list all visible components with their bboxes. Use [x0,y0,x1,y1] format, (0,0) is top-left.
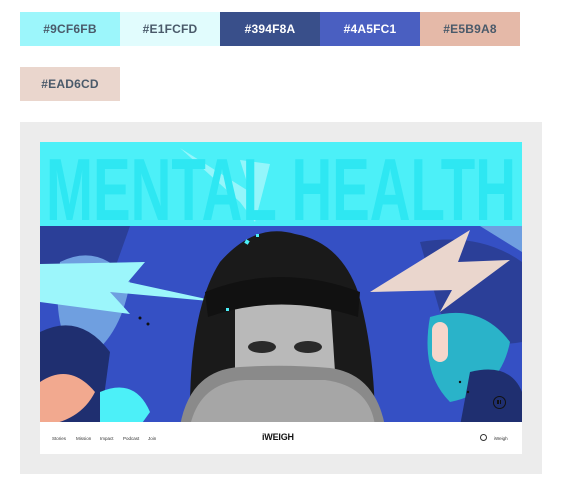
website-preview[interactable]: MENTAL HEALTH Stories Mission Impact Pod… [40,142,522,454]
swatch-4[interactable]: #4A5FC1 [320,12,420,46]
swatch-3[interactable]: #394F8A [220,12,320,46]
brand-logo[interactable]: iWEIGH [262,432,294,442]
headline-text: MENTAL HEALTH [46,142,516,239]
pause-icon[interactable] [493,396,506,409]
swatch-6-label: #EAD6CD [41,77,99,91]
swatch-3-label: #394F8A [244,22,296,36]
nav-link-mission[interactable]: Mission [76,436,91,441]
swatch-5[interactable]: #E5B9A8 [420,12,520,46]
search-icon[interactable] [480,434,487,441]
nav-link-impact[interactable]: Impact [100,436,114,441]
swatch-6[interactable]: #EAD6CD [20,67,120,101]
swatch-1-label: #9CF6FB [43,22,97,36]
swatch-2-label: #E1FCFD [142,22,198,36]
preview-nav-bar: Stories Mission Impact Podcast Join iWEI… [40,422,522,454]
nav-right-link[interactable]: iWeigh [494,436,508,441]
swatch-1[interactable]: #9CF6FB [20,12,120,46]
hero-illustration: MENTAL HEALTH [40,142,522,426]
nav-link-podcast[interactable]: Podcast [123,436,139,441]
swatch-5-label: #E5B9A8 [443,22,497,36]
nav-link-stories[interactable]: Stories [52,436,66,441]
swatch-4-label: #4A5FC1 [343,22,397,36]
nav-link-join[interactable]: Join [148,436,156,441]
swatch-2[interactable]: #E1FCFD [120,12,220,46]
